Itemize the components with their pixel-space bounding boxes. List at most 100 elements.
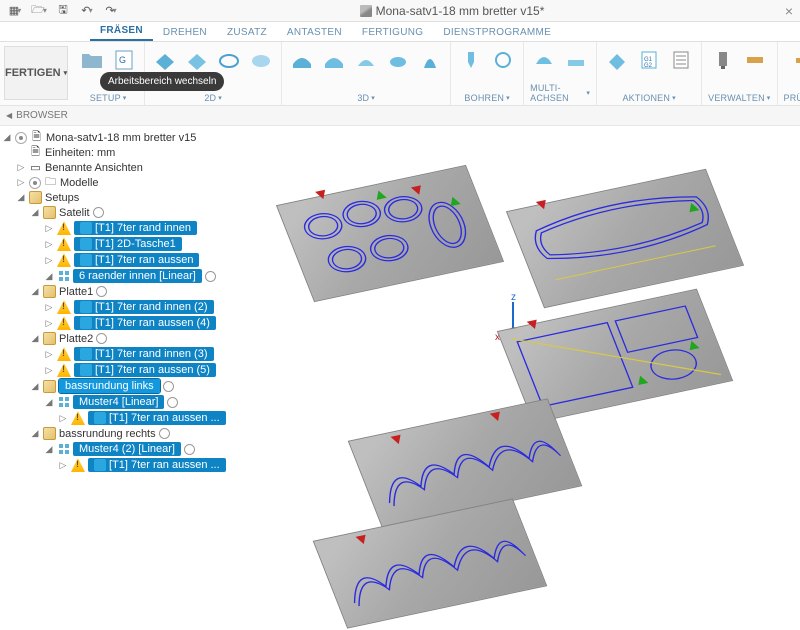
workspace-tabs: FRÄSEN DREHEN ZUSATZ ANTASTEN FERTIGUNG … (0, 22, 800, 42)
3d-op1-icon[interactable] (288, 46, 316, 74)
operation-node[interactable]: ◢Muster4 (2) [Linear] (2, 441, 233, 457)
tab-zusatz[interactable]: ZUSATZ (217, 24, 277, 41)
operation-node[interactable]: ▷[T1] 7ter rand innen (2, 220, 233, 236)
app-menu-icon[interactable]: ▦▾ (4, 1, 26, 21)
setup-icon (43, 206, 56, 219)
operation-child-node[interactable]: ▷[T1] 7ter ran aussen ... (2, 410, 233, 426)
tab-dienstprogramme[interactable]: DIENSTPROGRAMME (433, 24, 561, 41)
operation-label: [T1] 7ter rand innen (2) (74, 300, 214, 314)
operation-node[interactable]: ▷[T1] 7ter rand innen (3) (2, 346, 233, 362)
operation-node[interactable]: ▷[T1] 7ter ran aussen (2, 252, 233, 268)
generate-icon[interactable] (603, 46, 631, 74)
tab-drehen[interactable]: DREHEN (153, 24, 217, 41)
tree-named-views[interactable]: ▷▭Benannte Ansichten (2, 160, 233, 175)
fertigen-workspace-button[interactable]: FERTIGEN▾ (4, 46, 68, 100)
viewport-3d[interactable]: zyx (235, 126, 800, 586)
active-radio[interactable] (163, 381, 174, 392)
ribbon-group-verwalten: VERWALTEN▾ (702, 42, 777, 105)
active-radio[interactable] (96, 333, 107, 344)
warning-icon (57, 363, 71, 377)
tool-library-icon[interactable] (709, 46, 737, 74)
operation-label: [T1] 7ter rand innen (3) (74, 347, 214, 361)
3d-op3-icon[interactable] (352, 46, 380, 74)
warning-icon (57, 300, 71, 314)
operation-label: [T1] 7ter ran aussen ... (88, 411, 226, 425)
3d-op4-icon[interactable] (384, 46, 412, 74)
active-radio[interactable] (159, 428, 170, 439)
task-manager-icon[interactable] (741, 46, 769, 74)
active-radio[interactable] (184, 444, 195, 455)
pattern-icon (57, 270, 70, 283)
visibility-icon[interactable] (29, 177, 41, 189)
operation-label: [T1] 7ter ran aussen (74, 253, 199, 267)
tab-fertigung[interactable]: FERTIGUNG (352, 24, 433, 41)
setup-sheet-icon[interactable] (667, 46, 695, 74)
2d-op2-icon[interactable] (183, 46, 211, 74)
setup-icon (43, 427, 56, 440)
operation-node[interactable]: ◢6 raender innen [Linear] (2, 268, 233, 284)
operation-label: Muster4 (2) [Linear] (73, 442, 181, 456)
tree-setups[interactable]: ◢Setups (2, 190, 233, 205)
active-radio[interactable] (96, 286, 107, 297)
hole-icon[interactable] (489, 46, 517, 74)
close-button[interactable]: × (778, 3, 800, 19)
svg-text:G2: G2 (644, 63, 653, 69)
tree-units[interactable]: 🗎Einheiten: mm (2, 145, 233, 160)
setup-node[interactable]: ◢Platte2 (2, 331, 233, 346)
3d-op2-icon[interactable] (320, 46, 348, 74)
folder-icon[interactable] (78, 46, 106, 74)
2d-op3-icon[interactable] (215, 46, 243, 74)
setup-node[interactable]: ◢bassrundung rechts (2, 426, 233, 441)
setup-node[interactable]: ◢Platte1 (2, 284, 233, 299)
2d-op1-icon[interactable] (151, 46, 179, 74)
operation-label: [T1] 7ter rand innen (74, 221, 197, 235)
setup-label: bassrundung rechts (59, 428, 156, 440)
undo-icon[interactable]: ↶▾ (76, 1, 98, 21)
operation-label: [T1] 2D-Tasche1 (74, 237, 182, 251)
document-cube-icon (360, 5, 372, 17)
active-radio[interactable] (93, 207, 104, 218)
redo-icon[interactable]: ↷▾ (100, 1, 122, 21)
operation-label: 6 raender innen [Linear] (73, 269, 202, 283)
tab-antasten[interactable]: ANTASTEN (277, 24, 352, 41)
operation-node[interactable]: ◢Muster4 [Linear] (2, 394, 233, 410)
tree-models[interactable]: ▷🗀Modelle (2, 175, 233, 190)
ribbon-group-aktionen: G1G2 AKTIONEN▾ (597, 42, 702, 105)
warning-icon (57, 347, 71, 361)
window-title-text: Mona-satv1-18 mm bretter v15* (376, 4, 545, 18)
setup-node[interactable]: ◢Satelit (2, 205, 233, 220)
operation-node[interactable]: ▷[T1] 2D-Tasche1 (2, 236, 233, 252)
active-radio[interactable] (167, 397, 178, 408)
operation-node[interactable]: ▷[T1] 7ter ran aussen (4) (2, 315, 233, 331)
setup-node[interactable]: ◢bassrundung links (2, 378, 233, 394)
tab-fraesen[interactable]: FRÄSEN (90, 22, 153, 41)
browser-header[interactable]: ◀ BROWSER (0, 106, 800, 126)
active-radio[interactable] (205, 271, 216, 282)
visibility-icon[interactable] (15, 132, 27, 144)
fertigen-label: FERTIGEN (5, 67, 61, 79)
open-file-icon[interactable]: 🗁▾ (28, 1, 50, 21)
2d-op4-icon[interactable] (247, 46, 275, 74)
operation-label: [T1] 7ter ran aussen ... (88, 458, 226, 472)
setup-label: Platte2 (59, 333, 93, 345)
setup-icon (43, 285, 56, 298)
setup-label: bassrundung links (59, 379, 160, 393)
postprocess-icon[interactable]: G1G2 (635, 46, 663, 74)
multi2-icon[interactable] (562, 46, 590, 74)
ribbon-group-3d: 3D▾ (282, 42, 451, 105)
warning-icon (71, 411, 85, 425)
save-icon[interactable]: 🖫 (52, 1, 74, 21)
measure-icon[interactable] (791, 46, 800, 74)
operation-node[interactable]: ▷[T1] 7ter ran aussen (5) (2, 362, 233, 378)
browser-tree[interactable]: ◢🗎Mona-satv1-18 mm bretter v15 🗎Einheite… (0, 126, 235, 586)
ribbon-group-bohren: BOHREN▾ (451, 42, 524, 105)
nc-program-icon[interactable]: G (110, 46, 138, 74)
svg-text:G: G (119, 55, 126, 65)
operation-label: [T1] 7ter ran aussen (4) (74, 316, 216, 330)
drill-icon[interactable] (457, 46, 485, 74)
setup-label: Satelit (59, 207, 90, 219)
operation-node[interactable]: ▷[T1] 7ter rand innen (2) (2, 299, 233, 315)
multi1-icon[interactable] (530, 46, 558, 74)
3d-op5-icon[interactable] (416, 46, 444, 74)
operation-child-node[interactable]: ▷[T1] 7ter ran aussen ... (2, 457, 233, 473)
